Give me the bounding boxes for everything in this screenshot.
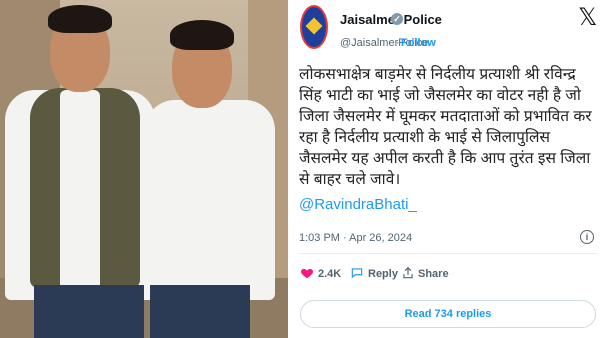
reply-icon[interactable] [350,266,364,280]
share-icon[interactable] [401,266,415,280]
separator-dot: · [396,37,400,49]
verified-badge-icon: ✓ [391,13,403,25]
share-button[interactable]: Share [418,268,449,280]
photo-two-men [0,0,288,338]
account-avatar[interactable] [300,5,328,49]
tweet-body: लोकसभाक्षेत्र बाड़मेर से निर्दलीय प्रत्य… [299,66,592,188]
divider [299,253,597,254]
tweet-timestamp[interactable]: 1:03 PM · Apr 26, 2024 [299,232,412,244]
heart-icon[interactable] [300,266,314,280]
read-replies-button[interactable]: Read 734 replies [300,300,596,328]
like-count[interactable]: 2.4K [318,268,341,280]
info-icon[interactable]: i [580,230,594,244]
follow-button[interactable]: Follow [401,37,436,49]
x-logo-icon[interactable]: 𝕏 [578,3,597,31]
mention-link[interactable]: @RavindraBhati_ [299,196,417,213]
reply-button[interactable]: Reply [368,268,398,280]
